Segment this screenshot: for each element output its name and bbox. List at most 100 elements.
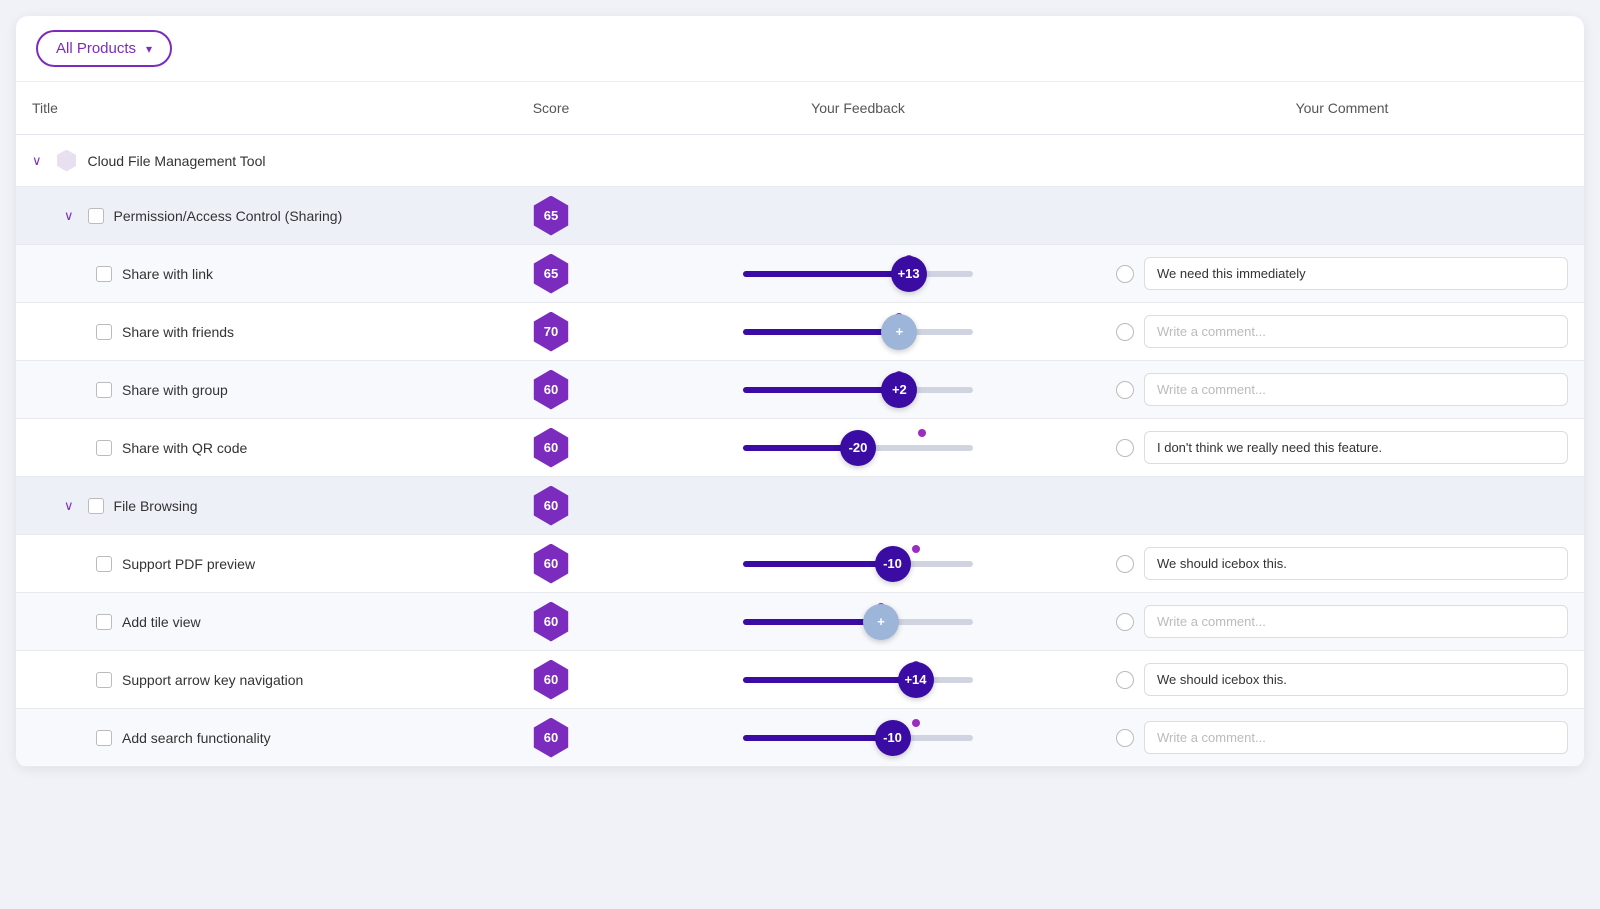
top-bar: All Products ▾ [16, 16, 1584, 82]
subitem-checkbox[interactable] [96, 730, 112, 746]
slider-track: + [743, 329, 973, 335]
comment-cell [1100, 721, 1584, 754]
slider-track: +2 [743, 387, 973, 393]
comment-input[interactable] [1144, 431, 1568, 464]
item-row: ∨ File Browsing 60 [16, 477, 1584, 535]
item-checkbox[interactable] [88, 208, 104, 224]
comment-cell [1100, 257, 1584, 290]
subitem-score-cell: 60 [486, 660, 616, 700]
comment-cell [1100, 547, 1584, 580]
slider-track: -10 [743, 735, 973, 741]
slider-container[interactable]: + [743, 312, 973, 352]
comment-radio[interactable] [1116, 265, 1134, 283]
score-badge: 70 [531, 312, 571, 352]
score-badge: 60 [531, 486, 571, 526]
slider-dot [912, 719, 920, 727]
subitem-score-cell: 60 [486, 602, 616, 642]
comment-input[interactable] [1144, 547, 1568, 580]
comment-input[interactable] [1144, 373, 1568, 406]
subitem-title: Add search functionality [122, 730, 271, 746]
comment-cell [1100, 373, 1584, 406]
comment-cell [1100, 431, 1584, 464]
slider-track: +13 [743, 271, 973, 277]
comment-input[interactable] [1144, 721, 1568, 754]
slider-thumb[interactable]: + [863, 604, 899, 640]
subitem-row: Support PDF preview 60 -10 [16, 535, 1584, 593]
comment-radio[interactable] [1116, 381, 1134, 399]
group-title: Cloud File Management Tool [88, 153, 266, 169]
slider-thumb[interactable]: +14 [898, 662, 934, 698]
subitem-row: Share with link 65 +13 [16, 245, 1584, 303]
page-container: All Products ▾ Title Score Your Feedback… [0, 0, 1600, 909]
comment-input[interactable] [1144, 605, 1568, 638]
item-title-cell: ∨ Permission/Access Control (Sharing) [16, 198, 486, 234]
subitem-title: Share with QR code [122, 440, 247, 456]
subitem-checkbox[interactable] [96, 556, 112, 572]
score-badge: 60 [531, 602, 571, 642]
slider-container[interactable]: -10 [743, 544, 973, 584]
comment-radio[interactable] [1116, 613, 1134, 631]
item-score-cell: 60 [486, 486, 616, 526]
slider-thumb[interactable]: + [881, 314, 917, 350]
score-badge: 65 [531, 254, 571, 294]
slider-thumb[interactable]: -10 [875, 546, 911, 582]
comment-radio[interactable] [1116, 729, 1134, 747]
expand-icon[interactable]: ∨ [32, 153, 42, 169]
feedback-cell: +13 [616, 254, 1100, 294]
subitem-title-cell: Share with link [16, 256, 486, 292]
subitem-checkbox[interactable] [96, 266, 112, 282]
subitem-checkbox[interactable] [96, 614, 112, 630]
subitem-checkbox[interactable] [96, 324, 112, 340]
comment-input[interactable] [1144, 663, 1568, 696]
expand-icon[interactable]: ∨ [64, 498, 74, 514]
slider-container[interactable]: +2 [743, 370, 973, 410]
slider-container[interactable]: -10 [743, 718, 973, 758]
slider-thumb[interactable]: +2 [881, 372, 917, 408]
slider-fill [743, 735, 893, 741]
all-products-dropdown[interactable]: All Products ▾ [36, 30, 172, 67]
subitem-row: Add tile view 60 + [16, 593, 1584, 651]
comment-radio[interactable] [1116, 323, 1134, 341]
subitem-title: Share with friends [122, 324, 234, 340]
group-title-cell: ∨ Cloud File Management Tool [16, 138, 486, 184]
slider-fill [743, 329, 899, 335]
slider-track: + [743, 619, 973, 625]
subitem-title: Add tile view [122, 614, 201, 630]
slider-container[interactable]: +13 [743, 254, 973, 294]
item-title-cell: ∨ File Browsing [16, 488, 486, 524]
slider-container[interactable]: +14 [743, 660, 973, 700]
col-feedback: Your Feedback [616, 82, 1100, 134]
slider-thumb[interactable]: +13 [891, 256, 927, 292]
slider-thumb[interactable]: -20 [840, 430, 876, 466]
subitem-row: Share with QR code 60 -20 [16, 419, 1584, 477]
slider-fill [743, 619, 881, 625]
feedback-cell: +14 [616, 660, 1100, 700]
main-card: All Products ▾ Title Score Your Feedback… [16, 16, 1584, 767]
expand-icon[interactable]: ∨ [64, 208, 74, 224]
subitem-title-cell: Support arrow key navigation [16, 662, 486, 698]
feedback-cell: -10 [616, 718, 1100, 758]
comment-radio[interactable] [1116, 555, 1134, 573]
comment-cell [1100, 663, 1584, 696]
comment-input[interactable] [1144, 257, 1568, 290]
subitem-title: Support arrow key navigation [122, 672, 303, 688]
subitem-title-cell: Support PDF preview [16, 546, 486, 582]
slider-container[interactable]: -20 [743, 428, 973, 468]
slider-container[interactable]: + [743, 602, 973, 642]
subitem-checkbox[interactable] [96, 440, 112, 456]
subitem-checkbox[interactable] [96, 672, 112, 688]
subitem-title-cell: Add search functionality [16, 720, 486, 756]
col-comment: Your Comment [1100, 82, 1584, 134]
subitem-title-cell: Add tile view [16, 604, 486, 640]
subitem-title-cell: Share with friends [16, 314, 486, 350]
slider-fill [743, 677, 916, 683]
subitem-title: Share with group [122, 382, 228, 398]
item-checkbox[interactable] [88, 498, 104, 514]
comment-radio[interactable] [1116, 439, 1134, 457]
comment-radio[interactable] [1116, 671, 1134, 689]
slider-track: +14 [743, 677, 973, 683]
comment-cell [1100, 315, 1584, 348]
slider-thumb[interactable]: -10 [875, 720, 911, 756]
subitem-checkbox[interactable] [96, 382, 112, 398]
comment-input[interactable] [1144, 315, 1568, 348]
